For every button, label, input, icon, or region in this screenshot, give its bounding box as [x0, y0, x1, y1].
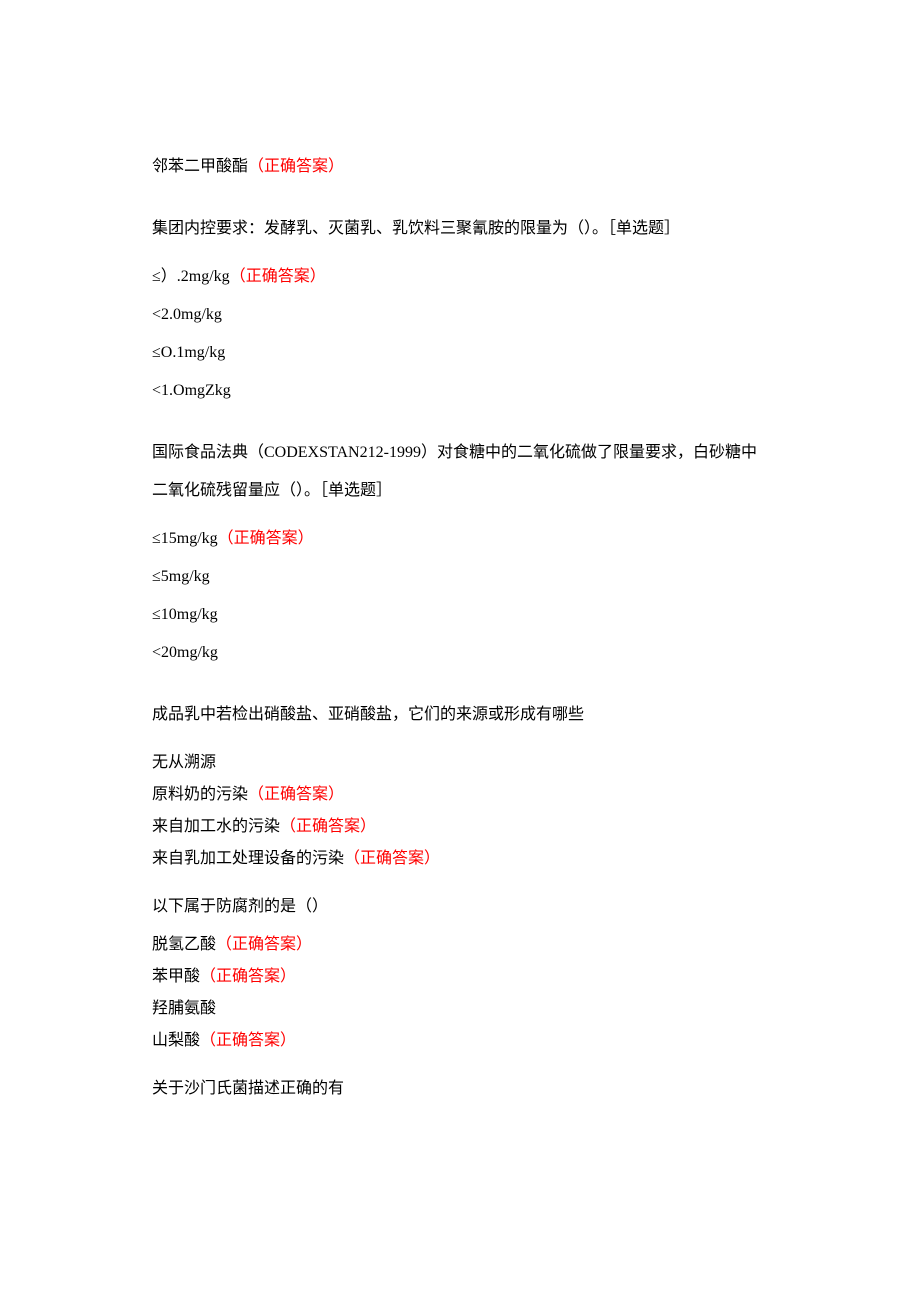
q4-option-2: 原料奶的污染（正确答案）	[152, 783, 768, 807]
q5-option-4: 山梨酸（正确答案）	[152, 1029, 768, 1053]
q2-option-3: ≤O.1mg/kg	[152, 341, 768, 365]
q2-option-1: ≤）.2mg/kg（正确答案）	[152, 265, 768, 289]
q3-option-text: ≤15mg/kg	[152, 530, 218, 547]
correct-answer-label: （正确答案）	[200, 1032, 296, 1049]
q5-stem: 以下属于防腐剂的是（）	[152, 895, 768, 919]
q2-option-2: <2.0mg/kg	[152, 303, 768, 327]
correct-answer-label: （正确答案）	[216, 936, 312, 953]
q2-stem: 集团内控要求：发酵乳、灭菌乳、乳饮料三聚氰胺的限量为（）。［单选题］	[152, 217, 768, 241]
q2-option-text: ≤O.1mg/kg	[152, 344, 225, 361]
q5-option-text: 羟脯氨酸	[152, 1000, 216, 1017]
q3-option-3: ≤10mg/kg	[152, 603, 768, 627]
q4-option-text: 来自乳加工处理设备的污染	[152, 850, 344, 867]
q2-option-4: <1.OmgZkg	[152, 379, 768, 403]
q4-option-4: 来自乳加工处理设备的污染（正确答案）	[152, 847, 768, 871]
correct-answer-label: （正确答案）	[248, 786, 344, 803]
q5-option-2: 苯甲酸（正确答案）	[152, 965, 768, 989]
q3-option-text: ≤10mg/kg	[152, 606, 218, 623]
q3-option-text: ≤5mg/kg	[152, 568, 210, 585]
q3-option-4: <20mg/kg	[152, 641, 768, 665]
q4-option-1: 无从溯源	[152, 751, 768, 775]
correct-answer-label: （正确答案）	[280, 818, 376, 835]
question-type-tag: ［单选题］	[320, 482, 392, 499]
q3-stem-text-2: 二氧化硫残留量应（）。	[152, 482, 320, 499]
q4-option-text: 来自加工水的污染	[152, 818, 280, 835]
correct-answer-label: （正确答案）	[218, 530, 314, 547]
q4-option-3: 来自加工水的污染（正确答案）	[152, 815, 768, 839]
q2-stem-text: 集团内控要求：发酵乳、灭菌乳、乳饮料三聚氰胺的限量为（）。	[152, 220, 608, 237]
q1-option-text: 邻苯二甲酸酯	[152, 158, 248, 175]
q3-option-text: <20mg/kg	[152, 644, 218, 661]
q5-option-text: 苯甲酸	[152, 968, 200, 985]
q3-stem-line2: 二氧化硫残留量应（）。［单选题］	[152, 479, 768, 503]
q5-option-3: 羟脯氨酸	[152, 997, 768, 1021]
q2-option-text: <1.OmgZkg	[152, 382, 231, 399]
q5-stem-text: 以下属于防腐剂的是（）	[152, 898, 328, 915]
correct-answer-label: （正确答案）	[344, 850, 440, 867]
q6-stem-text: 关于沙门氏菌描述正确的有	[152, 1080, 344, 1097]
q5-option-text: 脱氢乙酸	[152, 936, 216, 953]
q4-option-text: 无从溯源	[152, 754, 216, 771]
q3-option-1: ≤15mg/kg（正确答案）	[152, 527, 768, 551]
document-page: 邻苯二甲酸酯（正确答案） 集团内控要求：发酵乳、灭菌乳、乳饮料三聚氰胺的限量为（…	[0, 0, 920, 1301]
q1-option: 邻苯二甲酸酯（正确答案）	[152, 155, 768, 179]
correct-answer-label: （正确答案）	[230, 268, 326, 285]
correct-answer-label: （正确答案）	[200, 968, 296, 985]
q2-option-text: ≤）.2mg/kg	[152, 268, 230, 285]
q5-option-text: 山梨酸	[152, 1032, 200, 1049]
q3-stem-line1: 国际食品法典（CODEXSTAN212-1999）对食糖中的二氧化硫做了限量要求…	[152, 441, 768, 465]
q6-stem: 关于沙门氏菌描述正确的有	[152, 1077, 768, 1101]
q4-stem: 成品乳中若检出硝酸盐、亚硝酸盐，它们的来源或形成有哪些	[152, 703, 768, 727]
q3-stem-text-1: 国际食品法典（CODEXSTAN212-1999）对食糖中的二氧化硫做了限量要求…	[152, 444, 757, 461]
q3-option-2: ≤5mg/kg	[152, 565, 768, 589]
q5-option-1: 脱氢乙酸（正确答案）	[152, 933, 768, 957]
q4-stem-text: 成品乳中若检出硝酸盐、亚硝酸盐，它们的来源或形成有哪些	[152, 706, 584, 723]
question-type-tag: ［单选题］	[608, 220, 680, 237]
q4-option-text: 原料奶的污染	[152, 786, 248, 803]
q2-option-text: <2.0mg/kg	[152, 306, 222, 323]
correct-answer-label: （正确答案）	[248, 158, 344, 175]
